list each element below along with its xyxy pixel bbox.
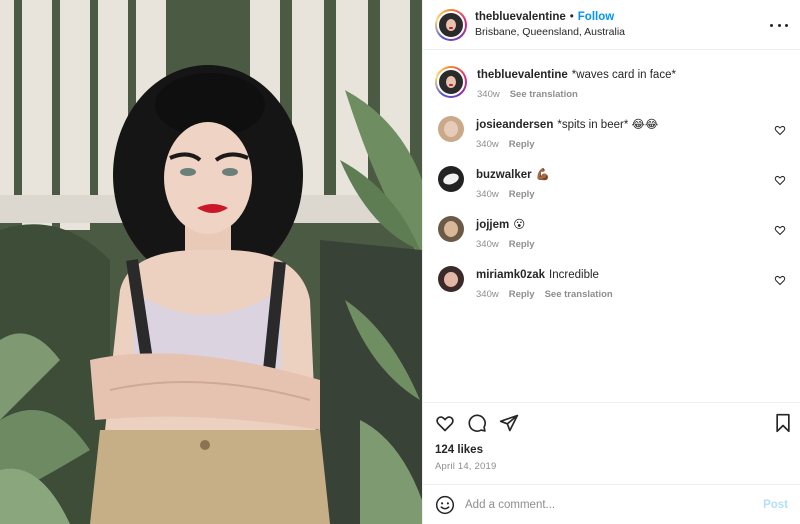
more-icon[interactable] xyxy=(770,16,788,34)
heart-icon[interactable] xyxy=(774,124,786,136)
comment-age[interactable]: 340w xyxy=(476,239,499,250)
comment-item: josieandersen *spits in beer* 😂😂 340w Rep… xyxy=(435,116,788,166)
comments-list[interactable]: thebluevalentine *waves card in face* 340… xyxy=(423,50,800,402)
comment-composer: Post xyxy=(423,484,800,524)
post-button[interactable]: Post xyxy=(763,499,788,511)
heart-icon[interactable] xyxy=(774,224,786,236)
caption-see-translation[interactable]: See translation xyxy=(510,89,578,100)
follow-button[interactable]: Follow xyxy=(578,10,614,24)
post-header: thebluevalentine • Follow Brisbane, Quee… xyxy=(423,0,800,50)
commenter-avatar[interactable] xyxy=(438,116,464,142)
comment-text: 😮 xyxy=(513,219,526,231)
caption-avatar[interactable] xyxy=(435,66,467,98)
likes-count[interactable]: 124 likes xyxy=(423,444,800,456)
heart-icon[interactable] xyxy=(774,274,786,286)
caption-username[interactable]: thebluevalentine xyxy=(477,69,568,81)
post-photo-illustration xyxy=(0,0,422,524)
reply-button[interactable]: Reply xyxy=(509,139,535,150)
comment-age[interactable]: 340w xyxy=(476,289,499,300)
action-bar xyxy=(423,402,800,442)
comment-input[interactable] xyxy=(465,498,764,511)
reply-button[interactable]: Reply xyxy=(509,289,535,300)
emoji-icon[interactable] xyxy=(435,495,455,515)
comment-username[interactable]: josieandersen xyxy=(476,119,553,131)
reply-button[interactable]: Reply xyxy=(509,189,535,200)
comment-icon[interactable] xyxy=(467,413,487,433)
comment-text: Incredible xyxy=(549,269,599,281)
reply-button[interactable]: Reply xyxy=(509,239,535,250)
caption-age[interactable]: 340w xyxy=(477,89,500,100)
bookmark-icon[interactable] xyxy=(774,413,792,433)
heart-icon[interactable] xyxy=(774,174,786,186)
post-location[interactable]: Brisbane, Queensland, Australia xyxy=(475,26,625,39)
comment-item: miriamk0zak Incredible 340w Reply See tra… xyxy=(435,266,788,316)
commenter-avatar[interactable] xyxy=(438,216,464,242)
see-translation-button[interactable]: See translation xyxy=(545,289,613,300)
comment-age[interactable]: 340w xyxy=(476,139,499,150)
commenter-avatar[interactable] xyxy=(438,266,464,292)
separator-dot: • xyxy=(569,11,574,24)
author-username[interactable]: thebluevalentine xyxy=(475,10,566,24)
comment-item: buzwalker 💪🏾 340w Reply xyxy=(435,166,788,216)
post-modal: thebluevalentine • Follow Brisbane, Quee… xyxy=(0,0,800,524)
caption-text: *waves card in face* xyxy=(571,69,676,81)
heart-icon[interactable] xyxy=(435,413,455,433)
comment-username[interactable]: buzwalker xyxy=(476,169,532,181)
caption: thebluevalentine *waves card in face* 340… xyxy=(435,66,788,116)
comment-text: *spits in beer* 😂😂 xyxy=(557,119,659,131)
commenter-avatar[interactable] xyxy=(438,166,464,192)
post-date[interactable]: April 14, 2019 xyxy=(423,461,800,472)
comment-text: 💪🏾 xyxy=(535,169,550,181)
post-details-panel: thebluevalentine • Follow Brisbane, Quee… xyxy=(422,0,800,524)
comment-username[interactable]: miriamk0zak xyxy=(476,269,545,281)
comment-username[interactable]: jojjem xyxy=(476,219,509,231)
comment-age[interactable]: 340w xyxy=(476,189,499,200)
author-avatar[interactable] xyxy=(435,8,467,41)
author-info: thebluevalentine • Follow Brisbane, Quee… xyxy=(475,10,625,39)
share-icon[interactable] xyxy=(499,413,519,433)
post-photo[interactable] xyxy=(0,0,422,524)
comment-item: jojjem 😮 340w Reply xyxy=(435,216,788,266)
